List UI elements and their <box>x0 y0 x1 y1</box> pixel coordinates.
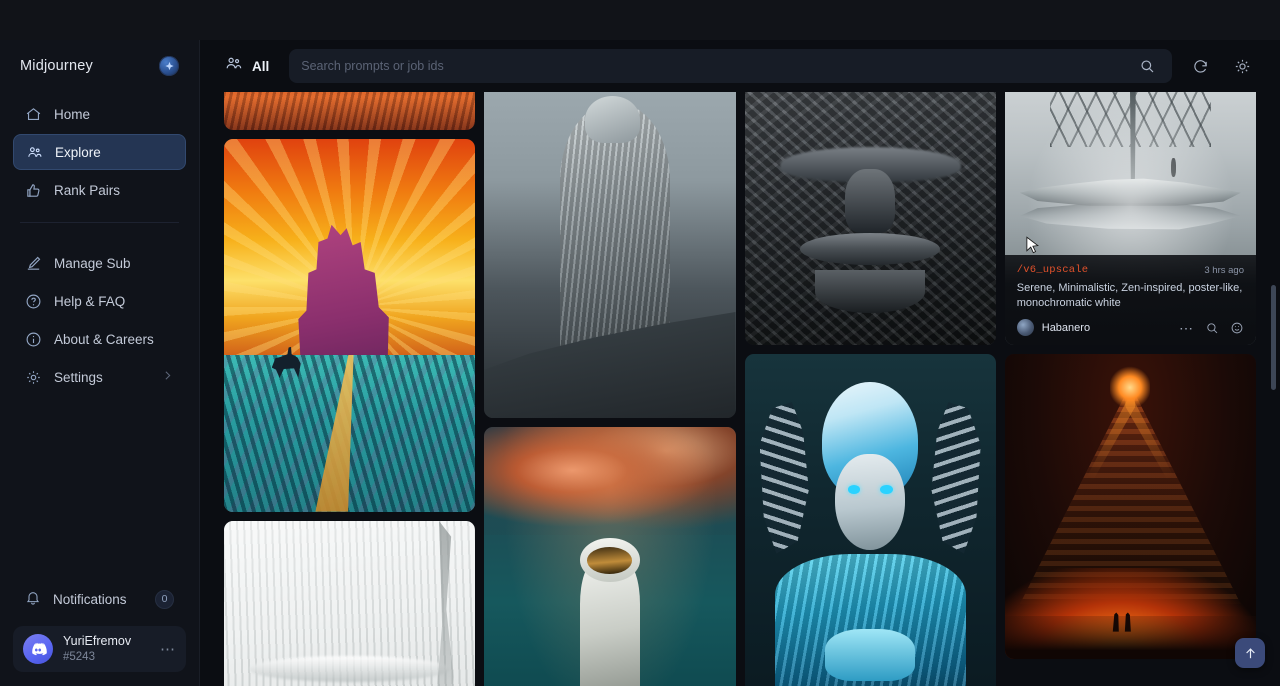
search-icon[interactable] <box>1134 53 1160 79</box>
primary-nav: Home Explore Rank Pairs <box>0 86 199 210</box>
edit-pencil-icon <box>25 255 42 272</box>
overlay-footer-row: Habanero ⋯ <box>1017 319 1244 336</box>
sidebar-item-home[interactable]: Home <box>13 96 186 132</box>
artwork-image <box>745 84 996 345</box>
app-root: Midjourney Home Explore <box>0 0 1280 686</box>
user-tag: #5243 <box>63 650 131 664</box>
main-content: All <box>200 40 1280 686</box>
notifications-count-badge: 0 <box>155 590 174 609</box>
ellipsis-icon[interactable]: ⋯ <box>1179 324 1194 332</box>
sun-sparkle-icon[interactable] <box>1228 52 1256 80</box>
search-icon[interactable] <box>1205 321 1219 335</box>
card-info-overlay: /v6_upscale 3 hrs ago Serene, Minimalist… <box>1005 255 1256 345</box>
artwork-image <box>745 354 996 686</box>
brand-row: Midjourney <box>0 40 199 86</box>
artwork-image <box>224 521 475 686</box>
page-scrollbar[interactable] <box>1270 40 1277 686</box>
overlay-top-row: /v6_upscale 3 hrs ago <box>1017 264 1244 276</box>
ellipsis-icon[interactable]: ⋯ <box>160 640 176 658</box>
smiley-icon[interactable] <box>1230 321 1244 335</box>
sidebar-item-manage-sub[interactable]: Manage Sub <box>13 245 186 281</box>
avatar <box>1017 319 1034 336</box>
secondary-nav: Manage Sub Help & FAQ About & Careers Se… <box>0 235 199 397</box>
artwork-image <box>484 427 735 686</box>
sidebar-item-explore[interactable]: Explore <box>13 134 186 170</box>
gallery-card[interactable] <box>745 84 996 345</box>
gallery-card[interactable] <box>224 521 475 686</box>
user-card[interactable]: YuriEfremov #5243 ⋯ <box>13 626 186 672</box>
home-icon <box>25 106 42 123</box>
user-meta: YuriEfremov #5243 <box>63 634 131 664</box>
info-circle-icon <box>25 331 42 348</box>
filter-all-button[interactable]: All <box>224 54 275 78</box>
sidebar-item-help-faq[interactable]: Help & FAQ <box>13 283 186 319</box>
bell-icon <box>25 590 41 609</box>
search-input[interactable] <box>301 59 1134 73</box>
gear-icon <box>25 369 42 386</box>
job-prompt-text: Serene, Minimalistic, Zen-inspired, post… <box>1017 281 1244 311</box>
scrollbar-thumb[interactable] <box>1271 285 1276 390</box>
gallery-card[interactable] <box>484 427 735 686</box>
explore-people-icon <box>26 144 43 161</box>
sidebar-item-rank-pairs[interactable]: Rank Pairs <box>13 172 186 208</box>
filter-label: All <box>252 59 269 74</box>
job-timestamp: 3 hrs ago <box>1204 265 1244 276</box>
notifications-label: Notifications <box>53 592 127 607</box>
sidebar: Midjourney Home Explore <box>0 40 200 686</box>
question-circle-icon <box>25 293 42 310</box>
search-bar[interactable] <box>289 49 1172 83</box>
arrow-up-icon <box>1243 646 1258 661</box>
sidebar-divider <box>20 222 179 223</box>
gallery-card[interactable] <box>1005 354 1256 659</box>
sidebar-item-label: Home <box>54 107 90 122</box>
gallery-card[interactable] <box>484 84 735 418</box>
gallery-card[interactable] <box>745 354 996 686</box>
sidebar-item-label: Manage Sub <box>54 256 131 271</box>
gallery-card[interactable] <box>224 139 475 512</box>
sidebar-item-label: Rank Pairs <box>54 183 120 198</box>
refresh-icon[interactable] <box>1186 52 1214 80</box>
notifications-row[interactable]: Notifications 0 <box>13 582 186 616</box>
scroll-to-top-button[interactable] <box>1235 638 1265 668</box>
chevron-right-icon <box>161 369 174 385</box>
gallery-column-1 <box>224 84 475 686</box>
discord-avatar-icon <box>23 634 53 664</box>
job-command-tag[interactable]: /v6_upscale <box>1017 264 1089 276</box>
user-name: YuriEfremov <box>63 634 131 650</box>
gallery-column-2 <box>484 84 735 686</box>
sidebar-item-label: Settings <box>54 370 103 385</box>
artwork-image <box>1005 354 1256 659</box>
overlay-actions: ⋯ <box>1179 321 1244 335</box>
sidebar-item-label: About & Careers <box>54 332 154 347</box>
image-gallery-grid: /v6_upscale 3 hrs ago Serene, Minimalist… <box>200 84 1280 686</box>
artwork-image <box>224 139 475 512</box>
gallery-column-3 <box>745 84 996 686</box>
explore-people-icon <box>224 54 243 78</box>
artwork-image <box>484 84 735 418</box>
masonry-columns: /v6_upscale 3 hrs ago Serene, Minimalist… <box>224 84 1256 686</box>
sidebar-item-label: Help & FAQ <box>54 294 125 309</box>
sparkle-badge-icon[interactable] <box>159 56 179 76</box>
browser-chrome-bar <box>0 0 1280 40</box>
topbar: All <box>200 40 1280 92</box>
thumbs-up-icon <box>25 182 42 199</box>
sidebar-spacer <box>0 397 199 582</box>
brand-title: Midjourney <box>20 58 93 74</box>
sidebar-item-label: Explore <box>55 145 101 160</box>
gallery-card-active[interactable]: /v6_upscale 3 hrs ago Serene, Minimalist… <box>1005 84 1256 345</box>
sidebar-item-about-careers[interactable]: About & Careers <box>13 321 186 357</box>
author-name[interactable]: Habanero <box>1042 322 1090 334</box>
sidebar-item-settings[interactable]: Settings <box>13 359 186 395</box>
gallery-column-4: /v6_upscale 3 hrs ago Serene, Minimalist… <box>1005 84 1256 686</box>
